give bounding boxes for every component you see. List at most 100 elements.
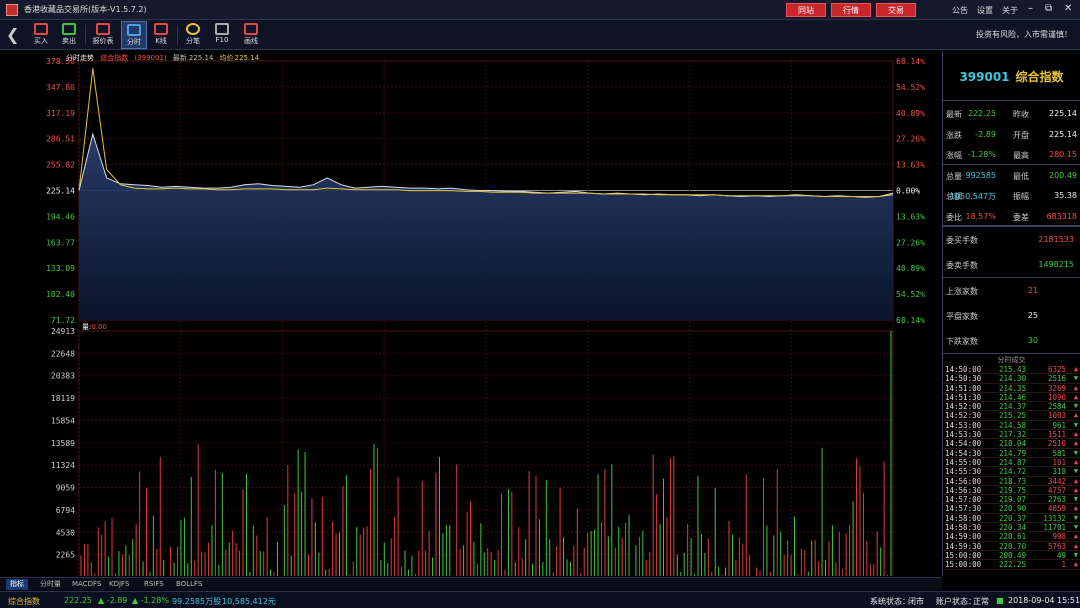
tick-time: 14:55:30 — [945, 467, 982, 477]
down-arrow-icon: ▼ — [1073, 420, 1078, 429]
draw-line-icon — [244, 23, 258, 35]
f10-doc-icon — [215, 23, 229, 35]
toolbar-button-label: 画线 — [244, 37, 258, 45]
status-volume: 99.2585万股 — [172, 597, 222, 606]
quote-value: 280.15 — [1049, 150, 1077, 159]
indicator-tab-2[interactable]: MACDFS — [68, 579, 105, 590]
up-arrow-icon: ▲ — [1073, 532, 1078, 541]
toolbar-button-label: 买入 — [34, 37, 48, 45]
count-value: 25 — [1027, 311, 1038, 320]
tick-row: 14:55:30 214.72 318 ▼ — [943, 467, 1080, 477]
tick-price: 214.72 — [999, 467, 1027, 477]
indicator-tab-5[interactable]: BOLLFS — [172, 579, 206, 590]
back-arrow-icon[interactable]: ❮ — [6, 25, 19, 44]
y-tick-right: 0.00% — [896, 187, 920, 196]
top-link-about[interactable]: 关于 — [1002, 5, 1018, 16]
volume-y-tick: 20383 — [51, 372, 75, 381]
tick-time: 14:56:30 — [945, 485, 982, 495]
tick-price: 220.70 — [999, 541, 1027, 551]
up-arrow-icon: ▲ — [1073, 457, 1078, 466]
toolbar-button-7[interactable]: 画线 — [238, 21, 264, 49]
quote-label: 昨收 — [1013, 110, 1029, 119]
indicator-tab-4[interactable]: RSIFS — [140, 579, 168, 590]
tick-list[interactable]: 14:50:00 215.43 6325 ▲ 14:50:30 214.30 2516 ▼ 14… — [943, 365, 1080, 570]
tick-qty: 11701 — [1043, 523, 1066, 533]
tick-price: 220.37 — [999, 513, 1027, 523]
tick-price: 214.79 — [999, 448, 1027, 458]
top-button-market[interactable]: 行情 — [831, 3, 871, 17]
indicator-tab-0[interactable]: 指标 — [6, 579, 28, 590]
quote-header: 399001 综合指数 — [943, 51, 1080, 101]
y-tick-right: 54.52% — [896, 290, 925, 299]
toolbar-button-6[interactable]: F10 — [209, 21, 235, 49]
app-title: 香港收藏品交易所(版本-V1.5.7.2) — [24, 5, 147, 14]
tick-price: 214.58 — [999, 420, 1027, 430]
quote-label: 涨跌 — [946, 130, 962, 140]
quote-table-icon — [96, 23, 110, 35]
tick-time: 14:55:00 — [945, 457, 982, 467]
toolbar-button-2[interactable]: 报价表 — [90, 21, 116, 49]
account-status-label: 账户状态： — [936, 597, 976, 606]
title-bar: 香港收藏品交易所(版本-V1.5.7.2) 同站 行情 交易 公告 设置 关于 … — [0, 0, 1080, 20]
y-tick-left: 194.46 — [46, 212, 75, 221]
status-change: ▲ -2.89 — [98, 596, 128, 605]
top-button-site[interactable]: 同站 — [786, 3, 826, 17]
top-button-trade[interactable]: 交易 — [876, 3, 916, 17]
tick-row: 14:55:00 214.87 101 ▲ — [943, 457, 1080, 468]
timeshare-icon — [127, 24, 141, 36]
breadth-row: 下跌家数 30 — [943, 328, 1080, 353]
tick-price: 220.90 — [999, 504, 1027, 514]
quote-value: 18.57% — [965, 211, 996, 221]
volume-y-tick: 24913 — [51, 327, 75, 336]
toolbar-button-1[interactable]: 卖出 — [56, 21, 82, 49]
toolbar-button-5[interactable]: 分笔 — [180, 21, 206, 49]
toolbar-button-4[interactable]: K线 — [148, 21, 174, 49]
tick-qty: 1003 — [1047, 411, 1066, 421]
quote-label: 委差 — [1013, 212, 1029, 222]
volume-y-tick: 6794 — [56, 506, 75, 515]
toolbar-button-0[interactable]: 买入 — [28, 21, 54, 49]
quote-value: 200.49 — [1049, 170, 1077, 180]
tick-row: 14:56:30 219.75 4757 ▲ — [943, 485, 1080, 496]
toolbar-button-3[interactable]: 分时 — [121, 21, 147, 49]
volume-y-tick: 11324 — [51, 461, 75, 470]
tick-time: 14:59:00 — [945, 532, 982, 542]
status-price: 222.25 — [64, 596, 92, 605]
up-arrow-icon: ▲ — [1073, 541, 1078, 550]
tick-time: 15:00:00 — [945, 560, 982, 570]
stat-value: 2181533 — [1038, 235, 1074, 244]
tick-row: 14:50:30 214.30 2516 ▼ — [943, 374, 1080, 384]
up-arrow-icon: ▲ — [1073, 476, 1078, 485]
tick-row: 14:58:30 220.34 11701 ▼ — [943, 523, 1080, 533]
restore-icon[interactable]: ⧉ — [1045, 3, 1052, 14]
volume-y-tick: 13589 — [51, 439, 75, 448]
count-label: 下跌家数 — [946, 337, 978, 346]
top-link-settings[interactable]: 设置 — [977, 5, 993, 16]
count-value: 21 — [1027, 286, 1038, 295]
quote-value: 225.14 — [1049, 129, 1077, 139]
indicator-tab-1[interactable]: 分时量 — [36, 579, 65, 590]
tick-time: 14:54:00 — [945, 439, 982, 449]
timeshare-chart[interactable]: 378.50 68.14%347.80 54.52%317.19 40.89%286.… — [0, 51, 942, 576]
close-icon[interactable]: ✕ — [1064, 3, 1072, 14]
connection-icon: ■ — [996, 596, 1004, 605]
volume-y-tick: 15854 — [51, 416, 75, 425]
tick-qty: 13132 — [1043, 513, 1066, 523]
tick-qty: 4757 — [1047, 485, 1066, 495]
tick-row: 15:00:00 222.25 1 ▲ — [943, 560, 1080, 570]
volume-value: 0.00 — [91, 323, 107, 331]
quote-label: 涨幅 — [946, 151, 962, 160]
tick-row: 14:54:30 214.79 581 ▼ — [943, 449, 1080, 458]
minimize-icon[interactable]: – — [1028, 3, 1033, 14]
toolbar-button-label: 分时 — [127, 38, 141, 46]
indicator-tab-3[interactable]: KDJFS — [105, 579, 133, 590]
tick-qty: 101 — [1052, 457, 1066, 467]
y-tick-left: 286.51 — [46, 135, 75, 144]
y-tick-right: 27.26% — [896, 238, 925, 247]
indicator-tabs: 指标 分时量 MACDFS KDJFS RSIFS BOLLFS — [0, 577, 942, 590]
top-link-notice[interactable]: 公告 — [952, 5, 968, 16]
chart-area[interactable]: 378.50 68.14% 347.80 54.52% 317.19 40.89% 286.… — [0, 51, 942, 576]
avg-value: 225.14 — [234, 54, 260, 62]
tick-row: 14:58:00 220.37 13132 ▼ — [943, 513, 1080, 524]
tick-price: 214.87 — [999, 457, 1027, 467]
